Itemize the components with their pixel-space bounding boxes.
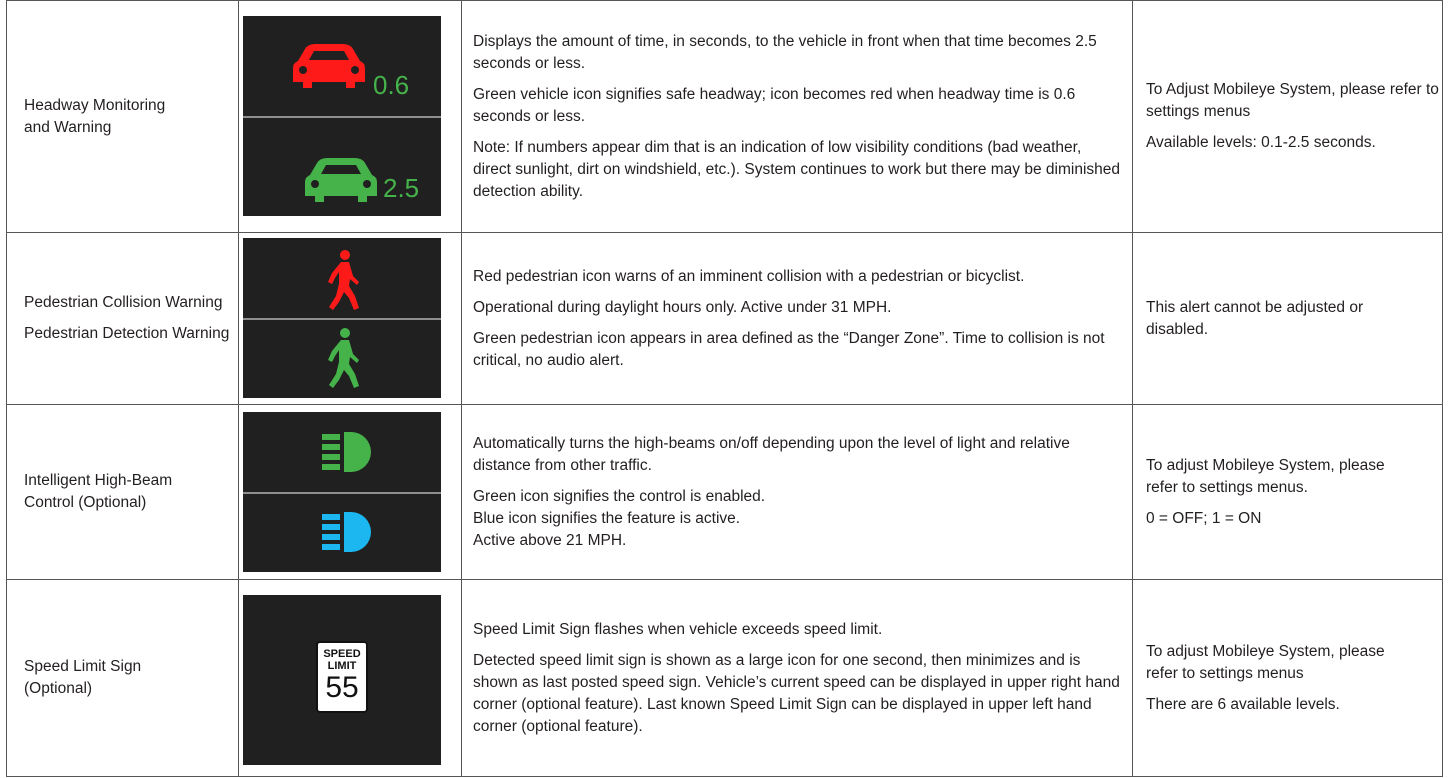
adjust-cell: To adjust Mobileye System, please refer … [1132, 405, 1443, 579]
description-text: Active above 21 MPH. [473, 531, 627, 549]
feature-table: Headway Monitoring and Warning 0.6 2.5 D [6, 0, 1443, 777]
table-row-headway: Headway Monitoring and Warning 0.6 2.5 D [6, 0, 1443, 233]
green-high-beam-icon [322, 432, 371, 472]
adjust-cell: To Adjust Mobileye System, please refer … [1132, 1, 1443, 232]
description-text: Note: If numbers appear dim that is an i… [473, 138, 1121, 200]
blue-high-beam-icon [322, 512, 371, 552]
feature-name-line: Headway Monitoring [24, 96, 166, 114]
adjust-text: To adjust Mobileye System, please refer … [1146, 642, 1385, 682]
description-text: Operational during daylight hours only. … [473, 298, 892, 316]
description-cell: Displays the amount of time, in seconds,… [461, 1, 1133, 232]
headway-value-green: 2.5 [383, 173, 420, 203]
speed-sign-word: SPEED [323, 648, 361, 660]
feature-name-cell: Headway Monitoring and Warning [6, 1, 238, 232]
adjust-text: To Adjust Mobileye System, please refer … [1146, 81, 1439, 120]
red-car-icon [293, 44, 365, 88]
description-cell: Speed Limit Sign flashes when vehicle ex… [461, 580, 1133, 776]
speed-limit-sign-icon: SPEED LIMIT 55 [316, 641, 368, 713]
description-text: Green vehicle icon signifies safe headwa… [473, 85, 1076, 125]
headway-icon-panel: 0.6 2.5 [243, 16, 441, 216]
description-text: Blue icon signifies the feature is activ… [473, 509, 741, 527]
description-text: Speed Limit Sign flashes when vehicle ex… [473, 620, 883, 638]
headway-value-red: 0.6 [373, 70, 410, 100]
adjust-text: This alert cannot be adjusted or disable… [1146, 298, 1364, 338]
feature-name-line: Pedestrian Detection Warning [24, 325, 230, 342]
description-cell: Red pedestrian icon warns of an imminent… [461, 233, 1133, 404]
feature-name-line: Intelligent High-Beam Control (Optional) [24, 472, 173, 511]
feature-name-line: Speed Limit Sign [24, 658, 142, 675]
adjust-text: Available levels: 0.1-2.5 seconds. [1146, 134, 1376, 151]
green-pedestrian-icon [328, 328, 359, 388]
feature-name-cell: Pedestrian Collision Warning Pedestrian … [6, 233, 232, 404]
adjust-cell: This alert cannot be adjusted or disable… [1132, 233, 1443, 404]
table-row-high-beam: Intelligent High-Beam Control (Optional)… [6, 405, 1443, 580]
adjust-text: To adjust Mobileye System, please refer … [1146, 456, 1385, 496]
feature-name-line: and Warning [24, 118, 112, 136]
feature-name-cell: Intelligent High-Beam Control (Optional) [6, 405, 206, 579]
adjust-cell: To adjust Mobileye System, please refer … [1132, 580, 1443, 776]
speed-limit-icon-panel: SPEED LIMIT 55 [243, 595, 441, 765]
table-row-pedestrian: Pedestrian Collision Warning Pedestrian … [6, 233, 1443, 405]
feature-name-line: (Optional) [24, 680, 93, 697]
red-pedestrian-icon [328, 250, 359, 310]
description-text: Displays the amount of time, in seconds,… [473, 32, 1097, 72]
description-text: Detected speed limit sign is shown as a … [473, 651, 1120, 735]
description-text: Green icon signifies the control is enab… [473, 487, 766, 505]
feature-name-cell: Speed Limit Sign (Optional) [6, 580, 238, 776]
pedestrian-icon-panel [243, 238, 441, 398]
description-text: Green pedestrian icon appears in area de… [473, 329, 1105, 369]
high-beam-icon-panel [243, 412, 441, 572]
adjust-text: There are 6 available levels. [1146, 695, 1340, 713]
description-text: Automatically turns the high-beams on/of… [473, 434, 1070, 474]
description-text: Red pedestrian icon warns of an imminent… [473, 267, 1025, 285]
description-cell: Automatically turns the high-beams on/of… [461, 405, 1133, 579]
table-row-speed-limit: Speed Limit Sign (Optional) SPEED LIMIT … [6, 580, 1443, 777]
speed-sign-value: 55 [325, 671, 359, 704]
feature-name-line: Pedestrian Collision Warning [24, 294, 223, 311]
adjust-text: 0 = OFF; 1 = ON [1146, 509, 1262, 527]
